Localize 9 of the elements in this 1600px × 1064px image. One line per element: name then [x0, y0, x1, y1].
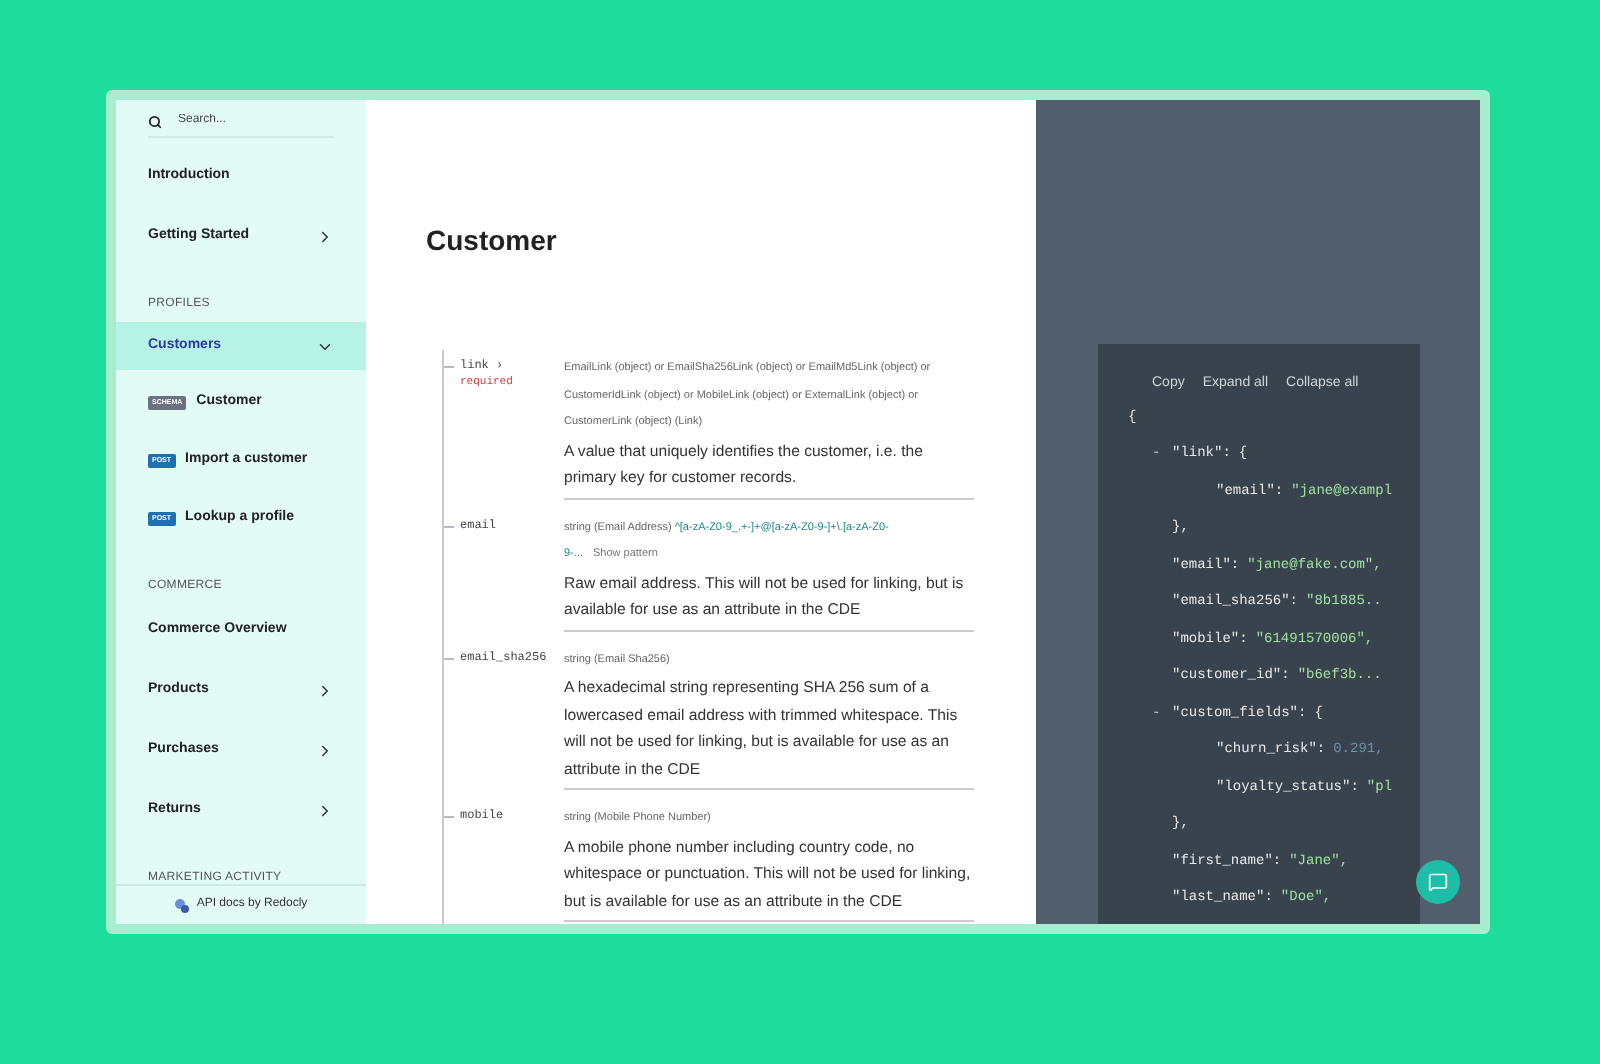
- page-title: Customer: [426, 226, 559, 254]
- search-icon: [148, 113, 162, 129]
- chevron-right-icon: [316, 801, 334, 819]
- chat-icon: [1428, 872, 1448, 892]
- chevron-right-icon: [316, 741, 334, 759]
- logo-icon: [174, 897, 191, 913]
- chat-button[interactable]: [1416, 860, 1460, 904]
- chevron-right-icon: [316, 681, 334, 699]
- chevron-right-icon: [316, 227, 334, 245]
